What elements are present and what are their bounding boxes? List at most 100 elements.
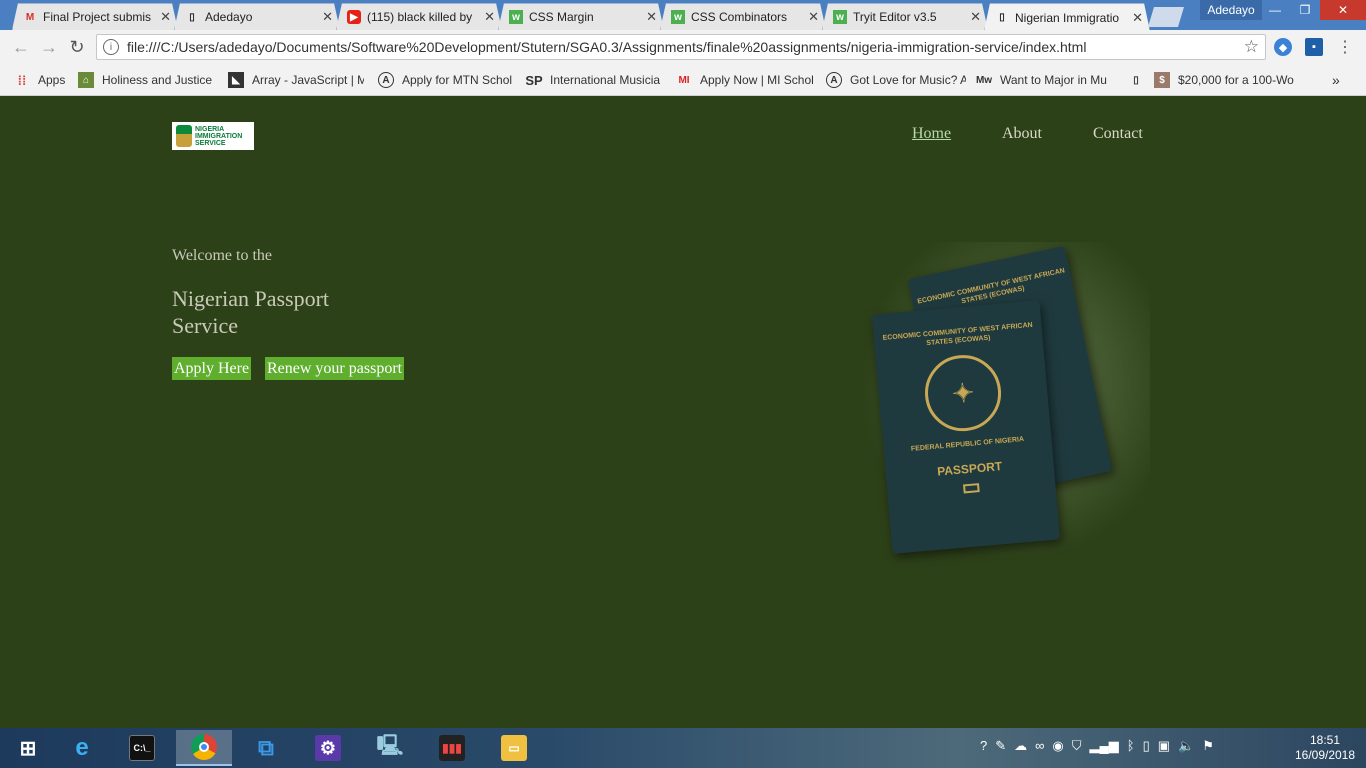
close-icon[interactable]: ✕ <box>160 9 171 25</box>
page-icon: ▯ <box>999 12 1005 23</box>
menu-icon[interactable]: ⋮ <box>1336 38 1354 56</box>
bookmarks-bar: ⁞⁞ Apps ⌂ Holiness and Justice I ◣ Array… <box>0 64 1366 96</box>
passport-image-front: ECONOMIC COMMUNITY OF WEST AFRICAN STATE… <box>871 300 1061 554</box>
bookmark-page[interactable]: ▯ <box>1128 71 1148 89</box>
bookmark-apps[interactable]: ⁞⁞ Apps <box>14 71 74 89</box>
tab-title: Final Project submis <box>43 10 152 24</box>
tab-css-combinators[interactable]: w CSS Combinators ✕ <box>660 3 826 30</box>
back-icon[interactable]: ← <box>10 36 32 58</box>
new-tab-button[interactable] <box>1148 7 1184 27</box>
bookmark-label: Got Love for Music? A <box>850 73 966 87</box>
forward-icon[interactable]: → <box>38 36 60 58</box>
windows-logo-icon: ⊞ <box>19 737 37 760</box>
clock-time: 18:51 <box>1309 733 1341 747</box>
minimize-icon[interactable]: — <box>1260 0 1290 20</box>
cmd-button[interactable]: C:\_ <box>114 730 170 766</box>
renew-passport-button[interactable]: Renew your passport <box>265 357 405 380</box>
scholarship-icon: A <box>826 72 842 88</box>
mdn-icon: ◣ <box>228 72 244 88</box>
close-icon[interactable]: ✕ <box>970 9 981 25</box>
welcome-text: Welcome to the <box>172 247 273 264</box>
bookmark-major-music[interactable]: Mw Want to Major in Mu <box>976 71 1116 89</box>
gear-icon: ⚙ <box>315 735 341 761</box>
tab-css-margin[interactable]: w CSS Margin ✕ <box>498 3 664 30</box>
passport-word: PASSPORT <box>936 459 1003 479</box>
bookmark-20000[interactable]: $ $20,000 for a 100-Wo <box>1154 71 1294 89</box>
apps-grid-icon: ⁞⁞ <box>17 72 27 88</box>
youtube-icon: ▶ <box>347 10 361 24</box>
internet-explorer-button[interactable]: e <box>54 730 110 766</box>
close-window-icon[interactable]: ✕ <box>1320 0 1366 20</box>
tab-title: CSS Combinators <box>691 10 788 24</box>
bluetooth-icon[interactable]: ᛒ <box>1127 738 1135 754</box>
file-explorer-button[interactable]: ▭ <box>486 730 542 766</box>
tab-gmail[interactable]: M Final Project submis ✕ <box>12 3 178 30</box>
chrome-button[interactable] <box>176 730 232 766</box>
signal-icon[interactable]: ▂▄▆ <box>1090 738 1119 754</box>
restore-icon[interactable]: ❐ <box>1290 0 1320 20</box>
bookmark-love-music[interactable]: A Got Love for Music? A <box>826 71 966 89</box>
link-icon[interactable]: ∞ <box>1035 738 1044 754</box>
cloud-icon[interactable]: ☁ <box>1014 738 1027 754</box>
nav-contact[interactable]: Contact <box>1093 125 1143 143</box>
page-content: NIGERIA IMMIGRATION SERVICE Home About C… <box>0 97 1366 728</box>
bookmark-international[interactable]: SP International Musicia <box>526 71 662 89</box>
tab-nigerian-immigration[interactable]: ▯ Nigerian Immigratio ✕ <box>984 3 1150 31</box>
settings-button[interactable]: ⚙ <box>300 730 356 766</box>
help-icon[interactable]: ? <box>980 738 987 754</box>
bookmark-label: Want to Major in Mu <box>1000 73 1107 87</box>
coat-of-arms-icon <box>176 125 192 147</box>
bookmark-label: Apps <box>38 73 66 87</box>
url-text[interactable]: file:///C:/Users/adedayo/Documents/Softw… <box>127 39 1244 55</box>
mm-icon: Mw <box>976 74 993 86</box>
tab-title: (115) black killed by <box>367 10 473 24</box>
bookmark-mtn[interactable]: A Apply for MTN Schol <box>378 71 514 89</box>
network-icon[interactable]: ⚑ <box>1202 738 1214 754</box>
extension-icon[interactable]: ▪ <box>1305 38 1323 56</box>
apply-button[interactable]: Apply Here <box>172 357 252 380</box>
holiness-icon: ⌂ <box>78 72 94 88</box>
battery-icon[interactable]: ▯ <box>1143 738 1150 754</box>
audio-app-button[interactable]: ▮▮▮ <box>424 730 480 766</box>
info-icon[interactable]: i <box>103 39 119 55</box>
bookmark-star-icon[interactable]: ☆ <box>1244 37 1259 57</box>
start-button[interactable]: ⊞ <box>0 730 56 766</box>
close-icon[interactable]: ✕ <box>484 9 495 25</box>
bookmark-label: Apply for MTN Schol <box>402 73 513 87</box>
bookmark-holiness[interactable]: ⌂ Holiness and Justice I <box>78 71 212 89</box>
ecowas-seal-icon: ✦ <box>921 351 1005 435</box>
address-bar[interactable]: i file:///C:/Users/adedayo/Documents/Sof… <box>96 34 1266 60</box>
nav-about[interactable]: About <box>1002 125 1042 143</box>
reload-icon[interactable]: ↻ <box>66 36 88 58</box>
shield-icon[interactable]: ⛉ <box>1072 738 1082 754</box>
computer-icon: 🖳 <box>376 735 404 757</box>
extension-icon[interactable]: ◆ <box>1274 38 1292 56</box>
close-icon[interactable]: ✕ <box>808 9 819 25</box>
tab-tryit-editor[interactable]: w Tryit Editor v3.5 ✕ <box>822 3 988 30</box>
close-icon[interactable]: ✕ <box>1132 10 1143 26</box>
pen-icon[interactable]: ✎ <box>995 738 1006 754</box>
logo-text-line: IMMIGRATION <box>195 132 243 140</box>
clock-date: 16/09/2018 <box>1294 748 1356 762</box>
volume-icon[interactable]: 🔈 <box>1178 738 1194 754</box>
tab-title: Nigerian Immigratio <box>1015 10 1120 25</box>
logo-text-line: SERVICE <box>195 139 226 147</box>
bookmark-array-js[interactable]: ◣ Array - JavaScript | M <box>228 71 364 89</box>
equalizer-icon: ▮▮▮ <box>439 735 465 761</box>
bookmark-mi-school[interactable]: MI Apply Now | MI Schol <box>676 71 814 89</box>
close-icon[interactable]: ✕ <box>646 9 657 25</box>
sync-icon[interactable]: ◉ <box>1052 738 1063 754</box>
site-logo[interactable]: NIGERIA IMMIGRATION SERVICE <box>172 122 254 150</box>
bookmarks-overflow[interactable]: » <box>1332 71 1346 89</box>
remote-desktop-button[interactable]: 🖳 <box>362 730 418 766</box>
tab-youtube[interactable]: ▶ (115) black killed by ✕ <box>336 3 502 30</box>
close-icon[interactable]: ✕ <box>322 9 333 25</box>
taskbar-clock[interactable]: 18:51 16/09/2018 <box>1290 733 1360 763</box>
nav-home[interactable]: Home <box>912 125 951 143</box>
mi-icon: MI <box>678 74 690 86</box>
vscode-button[interactable]: ⧉ <box>238 730 294 766</box>
clipboard-icon[interactable]: ▣ <box>1158 738 1170 754</box>
passport-ecowas-text: ECONOMIC COMMUNITY OF WEST AFRICAN STATE… <box>882 321 1033 348</box>
tab-adedayo[interactable]: ▯ Adedayo ✕ <box>174 3 340 30</box>
profile-button[interactable]: Adedayo <box>1200 0 1262 20</box>
